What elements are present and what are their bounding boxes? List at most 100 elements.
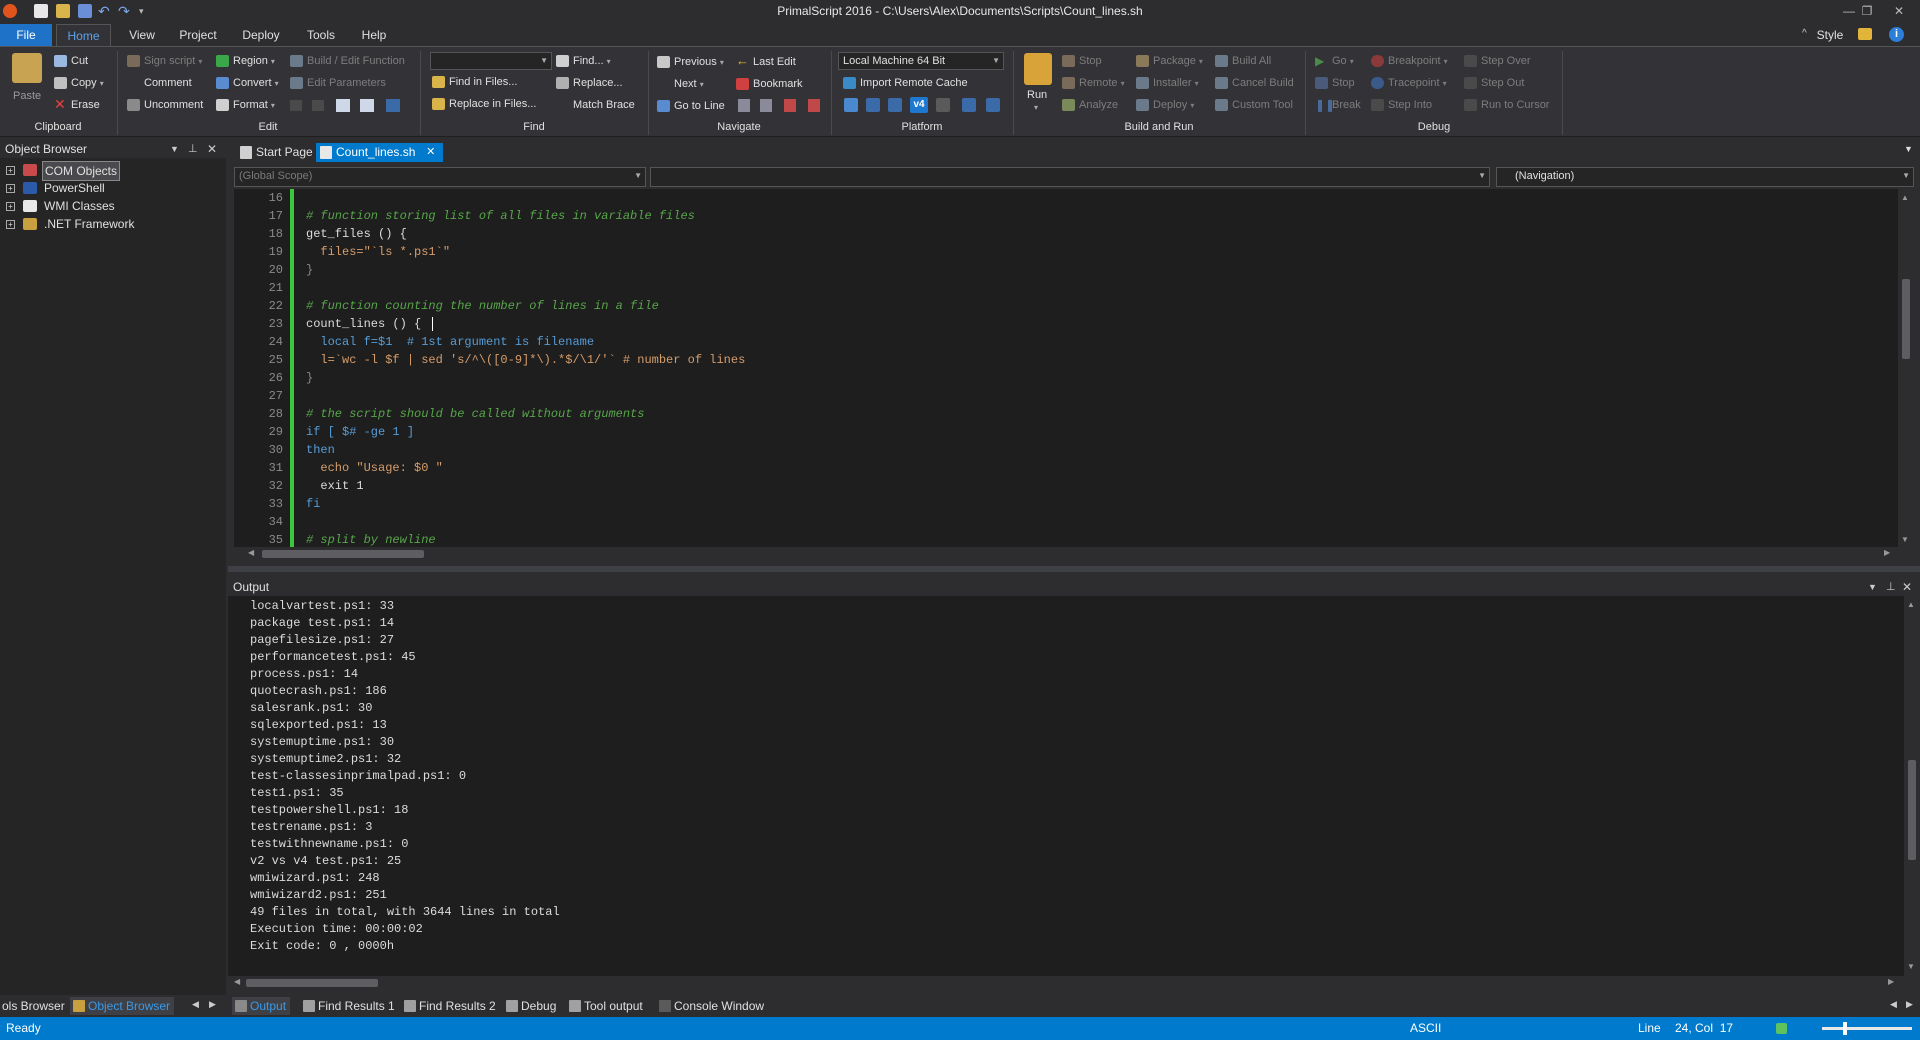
find-in-files-button[interactable]: Find in Files... xyxy=(432,73,517,91)
pin-icon[interactable]: ⊥ xyxy=(188,140,198,158)
bookmark-button[interactable]: Bookmark xyxy=(736,75,803,93)
analyze-button[interactable]: Analyze xyxy=(1062,96,1118,114)
tab-tool-output[interactable]: Tool output xyxy=(566,997,647,1015)
region-button[interactable]: Region ▾ xyxy=(216,52,275,70)
scroll-left-icon[interactable]: ◀ xyxy=(234,977,240,986)
code-editor[interactable]: 16 17 18 19 20 21 22 23 24 25 26 27 28 2… xyxy=(234,189,1898,547)
chevron-down-icon[interactable]: ▼ xyxy=(170,140,179,158)
paste-icon[interactable] xyxy=(12,53,42,83)
scroll-up-icon[interactable]: ▲ xyxy=(1901,193,1909,202)
notes-icon[interactable] xyxy=(1858,28,1872,40)
outdent-icon[interactable] xyxy=(312,100,324,111)
debug-stop-button[interactable]: Stop xyxy=(1315,74,1355,92)
output-console[interactable]: localvartest.ps1: 33 package test.ps1: 1… xyxy=(228,596,1904,976)
copy-button[interactable]: Copy ▾ xyxy=(54,74,104,92)
scroll-up-icon[interactable]: ▲ xyxy=(1907,600,1915,609)
editor-horizontal-scrollbar[interactable]: ◀ ▶ xyxy=(234,547,1898,561)
replace-button[interactable]: Replace... xyxy=(556,74,623,92)
scroll-thumb[interactable] xyxy=(1902,279,1910,359)
snippet-icon[interactable] xyxy=(386,99,400,112)
restore-icon[interactable]: ❐ xyxy=(1856,3,1878,19)
replace-in-files-button[interactable]: Replace in Files... xyxy=(432,95,536,113)
match-brace-button[interactable]: Match Brace xyxy=(556,96,635,114)
tab-start-page[interactable]: Start Page xyxy=(236,143,319,162)
wsh-icon[interactable] xyxy=(936,98,950,112)
find-combo[interactable]: ▼ xyxy=(430,52,552,70)
platform-settings-icon[interactable] xyxy=(986,98,1000,112)
member-select[interactable]: ▼ xyxy=(650,167,1490,187)
scroll-left-icon[interactable]: ◀ xyxy=(248,548,254,557)
go-button[interactable]: ▶ Go ▾ xyxy=(1315,52,1354,70)
tree-item-dotnet[interactable]: + .NET Framework xyxy=(0,215,226,233)
tab-scroll-right-icon[interactable]: ▶ xyxy=(209,999,216,1010)
prev-bookmark-icon[interactable] xyxy=(738,99,750,112)
remote-platform-icon[interactable] xyxy=(962,98,976,112)
powershell-platform-icon[interactable] xyxy=(844,98,858,112)
convert-button[interactable]: Convert ▾ xyxy=(216,74,279,92)
cut-button[interactable]: Cut xyxy=(54,52,88,70)
close-icon[interactable]: ✕ xyxy=(1888,3,1910,19)
tab-scroll-right-icon[interactable]: ▶ xyxy=(1906,999,1913,1010)
collapse-ribbon-icon[interactable]: ^ xyxy=(1802,28,1807,39)
file-menu[interactable]: File xyxy=(0,24,52,46)
navigation-select[interactable]: (Navigation) ▼ xyxy=(1496,167,1914,187)
scroll-right-icon[interactable]: ▶ xyxy=(1884,548,1890,557)
tab-help[interactable]: Help xyxy=(354,24,394,46)
build-all-button[interactable]: Build All xyxy=(1215,52,1271,70)
expand-icon[interactable]: + xyxy=(6,184,15,193)
scroll-thumb[interactable] xyxy=(262,550,424,558)
tree-item-com-objects[interactable]: + COM Objects xyxy=(0,161,226,181)
tab-find-results-2[interactable]: Find Results 2 xyxy=(401,997,500,1015)
tab-debug[interactable]: Debug xyxy=(503,997,560,1015)
tab-count-lines[interactable]: Count_lines.sh ✕ xyxy=(316,143,444,162)
scope-select[interactable]: (Global Scope) ▼ xyxy=(234,167,646,187)
tab-output[interactable]: Output xyxy=(232,997,291,1015)
zoom-slider-handle[interactable] xyxy=(1843,1022,1847,1035)
tree-item-wmi-classes[interactable]: + WMI Classes xyxy=(0,197,226,215)
tracepoint-button[interactable]: Tracepoint ▾ xyxy=(1371,74,1447,92)
clear-bookmarks-icon[interactable] xyxy=(784,99,796,112)
expand-icon[interactable]: + xyxy=(6,220,15,229)
uncomment-button[interactable]: Uncomment xyxy=(127,96,203,114)
run-button[interactable]: Run xyxy=(1027,89,1047,101)
step-over-button[interactable]: Step Over xyxy=(1464,52,1531,70)
output-vertical-scrollbar[interactable]: ▲ ▼ xyxy=(1904,596,1920,976)
find-button[interactable]: Find... ▾ xyxy=(556,52,611,70)
next-button[interactable]: Next ▾ xyxy=(657,75,704,93)
indent-icon[interactable] xyxy=(290,100,302,111)
tab-tools[interactable]: Tools xyxy=(298,24,344,46)
previous-button[interactable]: Previous ▾ xyxy=(657,53,724,71)
import-remote-cache-button[interactable]: Import Remote Cache xyxy=(843,74,968,92)
deploy-button[interactable]: Deploy ▾ xyxy=(1136,96,1194,114)
breakpoint-button[interactable]: Breakpoint ▾ xyxy=(1371,52,1448,70)
toggle-whitespace-icon[interactable] xyxy=(336,99,350,112)
expand-icon[interactable]: + xyxy=(6,202,15,211)
tab-scroll-left-icon[interactable]: ◀ xyxy=(1890,999,1897,1010)
tree-item-powershell[interactable]: + PowerShell xyxy=(0,179,226,197)
v4-icon[interactable]: v4 xyxy=(910,97,928,113)
output-horizontal-scrollbar[interactable]: ◀ ▶ xyxy=(228,976,1920,990)
next-bookmark-icon[interactable] xyxy=(760,99,772,112)
close-panel-icon[interactable]: ✕ xyxy=(1902,578,1912,596)
edit-parameters-button[interactable]: Edit Parameters xyxy=(290,74,386,92)
paste-button[interactable]: Paste xyxy=(13,90,41,102)
close-panel-icon[interactable]: ✕ xyxy=(207,140,217,158)
tab-console-window[interactable]: Console Window xyxy=(656,997,768,1015)
x64-icon[interactable] xyxy=(866,98,880,112)
remote-button[interactable]: Remote ▾ xyxy=(1062,74,1125,92)
step-out-button[interactable]: Step Out xyxy=(1464,74,1524,92)
step-into-button[interactable]: Step Into xyxy=(1371,96,1432,114)
package-button[interactable]: Package ▾ xyxy=(1136,52,1203,70)
pane-splitter[interactable] xyxy=(228,566,1920,572)
cancel-build-button[interactable]: Cancel Build xyxy=(1215,74,1294,92)
format-button[interactable]: Format ▾ xyxy=(216,96,275,114)
chevron-down-icon[interactable]: ▼ xyxy=(1868,578,1877,596)
style-menu[interactable]: Style xyxy=(1812,24,1848,46)
tab-home[interactable]: Home xyxy=(56,24,111,46)
run-to-cursor-button[interactable]: Run to Cursor xyxy=(1464,96,1549,114)
scroll-thumb[interactable] xyxy=(1908,760,1916,860)
build-edit-function-button[interactable]: Build / Edit Function xyxy=(290,52,405,70)
v2-icon[interactable] xyxy=(888,98,902,112)
tab-tools-browser[interactable]: ols Browser xyxy=(0,997,69,1015)
tab-project[interactable]: Project xyxy=(172,24,224,46)
